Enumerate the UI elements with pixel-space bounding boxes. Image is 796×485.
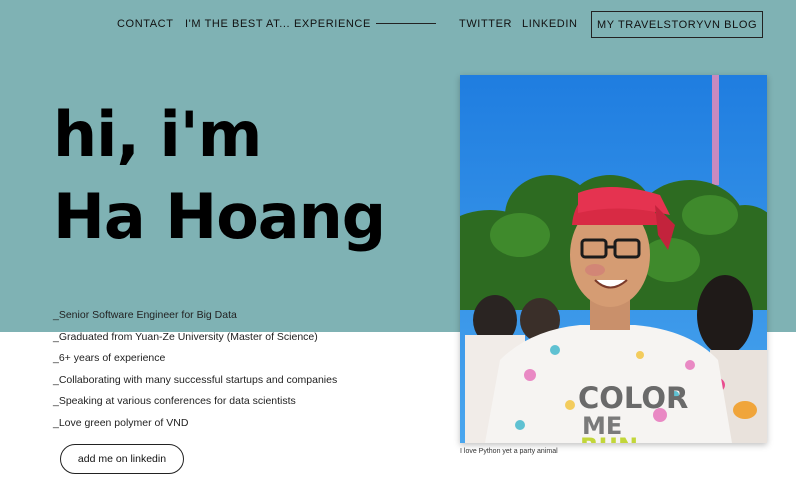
bio-item: _Collaborating with many successful star… <box>53 373 338 386</box>
bio-item: _Graduated from Yuan-Ze University (Mast… <box>53 330 318 343</box>
nav-twitter[interactable]: TWITTER <box>459 11 512 38</box>
bio-list: _Senior Software Engineer for Big Data _… <box>53 308 337 438</box>
shirt-text-color: COLOR <box>578 381 688 415</box>
hero-title: hi, i'm Ha Hoang <box>53 94 386 258</box>
nav-contact[interactable]: CONTACT <box>117 11 174 38</box>
nav-best-at[interactable]: I'M THE BEST AT... <box>185 11 290 38</box>
profile-photo: COLOR ME RUN <box>460 75 767 443</box>
shirt-text-run: RUN <box>580 433 638 443</box>
top-nav: CONTACT I'M THE BEST AT... EXPERIENCE TW… <box>0 11 796 38</box>
linkedin-button[interactable]: add me on linkedin <box>60 444 184 474</box>
bio-item: _Senior Software Engineer for Big Data <box>53 309 237 321</box>
nav-blog-button[interactable]: MY TRAVELSTORYVN BLOG <box>591 11 764 38</box>
bio-item: _Speaking at various conferences for dat… <box>53 395 296 408</box>
photo-caption: I love Python yet a party animal <box>460 448 558 455</box>
bio-item: _Love green polymer of VND <box>53 416 189 429</box>
hero-name: Ha Hoang <box>53 180 386 253</box>
nav-experience[interactable]: EXPERIENCE <box>294 11 371 38</box>
nav-linkedin[interactable]: LINKEDIN <box>522 11 578 38</box>
bio-item: _6+ years of experience <box>53 352 166 365</box>
hero-greeting: hi, i'm <box>53 98 262 171</box>
nav-divider <box>376 23 436 24</box>
